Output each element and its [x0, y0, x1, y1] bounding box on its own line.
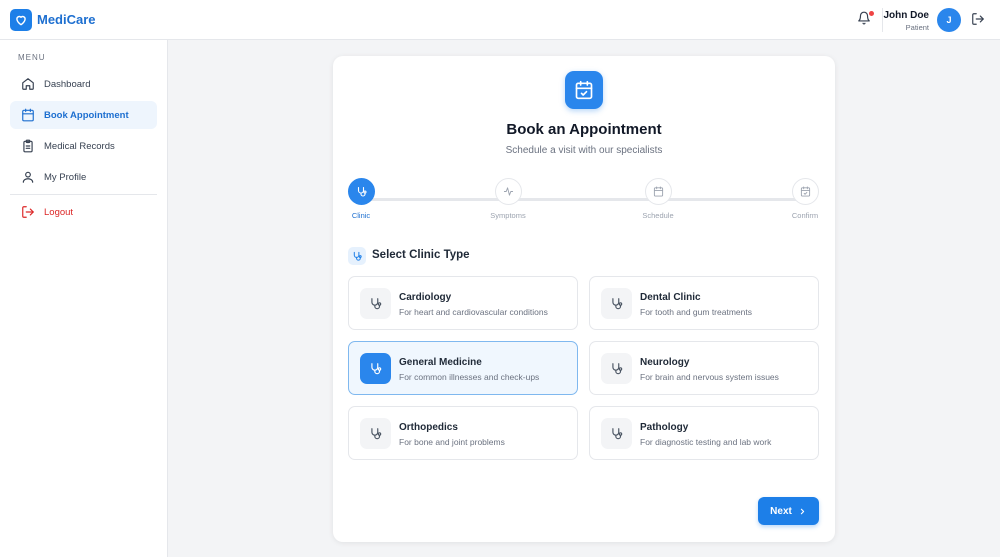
next-button-label: Next [770, 505, 792, 517]
chevron-right-icon [800, 508, 805, 514]
stethoscope-icon [348, 247, 366, 265]
clinic-description: For heart and cardiovascular conditions [399, 307, 548, 317]
notification-dot [869, 11, 874, 16]
step-label: Clinic [351, 211, 371, 220]
step-confirm[interactable] [792, 178, 819, 205]
clinic-description: For bone and joint problems [399, 437, 505, 447]
step-symptoms[interactable] [495, 178, 522, 205]
top-bar: MediCare John Doe Patient J [0, 0, 1000, 40]
clinic-option-cardiology[interactable]: Cardiology For heart and cardiovascular … [348, 276, 578, 330]
stethoscope-icon [357, 186, 367, 197]
page-subtitle: Schedule a visit with our specialists [505, 145, 663, 156]
clinic-option-orthopedics[interactable]: Orthopedics For bone and joint problems [348, 406, 578, 460]
stepper-track [361, 198, 805, 201]
clinic-name: Pathology [640, 422, 689, 433]
logout-icon [22, 206, 34, 218]
sidebar-item-label: Medical Records [44, 140, 115, 152]
stethoscope-icon [360, 288, 391, 319]
sidebar-item-label: Dashboard [44, 78, 91, 90]
heart-logo-icon [10, 9, 32, 31]
stethoscope-icon [601, 418, 632, 449]
sidebar-item-logout[interactable]: Logout [10, 198, 157, 226]
avatar[interactable]: J [937, 8, 961, 32]
stethoscope-icon [360, 353, 391, 384]
user-name: John Doe [883, 10, 929, 21]
clinic-option-general-medicine[interactable]: General Medicine For common illnesses an… [348, 341, 578, 395]
step-schedule[interactable] [645, 178, 672, 205]
clipboard-icon [23, 139, 33, 153]
step-clinic[interactable] [348, 178, 375, 205]
section-title: Select Clinic Type [372, 249, 470, 261]
clinic-name: Dental Clinic [640, 292, 701, 303]
calendar-icon [22, 108, 34, 122]
clinic-description: For common illnesses and check-ups [399, 372, 540, 382]
sidebar-item-label: Book Appointment [44, 109, 129, 121]
calendar-check-icon [565, 71, 603, 109]
activity-icon [503, 187, 514, 196]
user-icon [22, 171, 34, 183]
divider [10, 194, 157, 195]
clinic-name: Orthopedics [399, 422, 458, 433]
brand-name: MediCare [37, 12, 96, 27]
clinic-option-neurology[interactable]: Neurology For brain and nervous system i… [589, 341, 819, 395]
page-title: Book an Appointment [506, 121, 662, 138]
sidebar-item-medical-records[interactable]: Medical Records [10, 132, 157, 160]
next-button[interactable]: Next [758, 497, 819, 525]
sidebar-item-label: Logout [44, 206, 74, 218]
stethoscope-icon [601, 353, 632, 384]
clinic-option-dental[interactable]: Dental Clinic For tooth and gum treatmen… [589, 276, 819, 330]
sidebar-item-my-profile[interactable]: My Profile [10, 163, 157, 191]
sidebar: MENU Dashboard Book Appointment Medical … [0, 40, 168, 557]
clinic-description: For tooth and gum treatments [640, 307, 752, 317]
stethoscope-icon [601, 288, 632, 319]
clinic-description: For brain and nervous system issues [640, 372, 779, 382]
menu-label: MENU [18, 53, 46, 62]
calendar-icon [653, 186, 664, 197]
clinic-option-pathology[interactable]: Pathology For diagnostic testing and lab… [589, 406, 819, 460]
user-role: Patient [905, 23, 929, 32]
step-label: Schedule [642, 211, 674, 220]
logout-icon[interactable] [971, 12, 985, 26]
clinic-description: For diagnostic testing and lab work [640, 437, 772, 447]
clinic-name: Cardiology [399, 292, 452, 303]
step-label: Symptoms [490, 211, 526, 220]
step-label: Confirm [791, 211, 819, 220]
sidebar-item-label: My Profile [44, 171, 87, 183]
home-icon [22, 78, 34, 90]
booking-card: Book an Appointment Schedule a visit wit… [333, 56, 835, 542]
stethoscope-icon [360, 418, 391, 449]
clinic-name: General Medicine [399, 357, 482, 368]
calendar-check-icon [800, 186, 811, 197]
clinic-name: Neurology [640, 357, 690, 368]
sidebar-item-dashboard[interactable]: Dashboard [10, 70, 157, 98]
sidebar-item-book-appointment[interactable]: Book Appointment [10, 101, 157, 129]
